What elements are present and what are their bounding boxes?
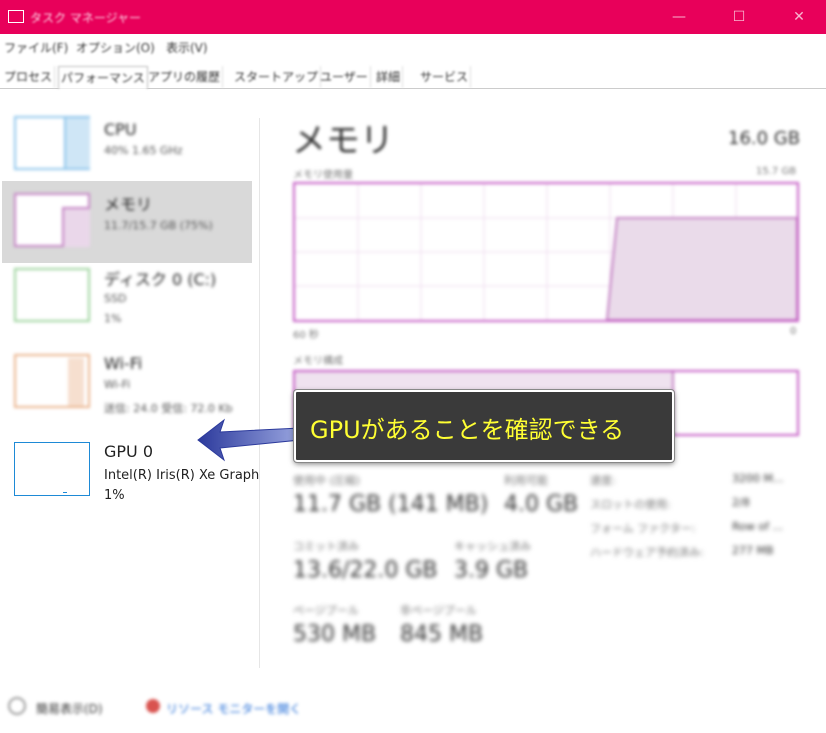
gpu-model: Intel(R) Iris(R) Xe Graph [104,468,260,483]
minimize-button[interactable]: — [656,0,702,34]
speed-label: 速度: [590,474,616,487]
hardware-reserved-value: 277 MB [732,544,774,557]
menu-view[interactable]: 表示(V) [166,39,208,56]
cpu-usage: 40% 1.65 GHz [104,144,183,157]
collapse-icon[interactable] [8,697,26,715]
slots-value: 2/8 [732,496,750,509]
disk-mini-graph [14,268,90,322]
composition-label: メモリ構成 [293,356,343,367]
task-manager-icon [8,10,24,23]
available-label: 利用可能 [504,474,548,487]
page-title: メモリ [292,121,394,161]
cached-value: 3.9 GB [454,558,529,583]
hardware-reserved-label: ハードウェア予約済み: [590,546,704,559]
cpu-title: CPU [104,120,137,139]
memory-mini-graph [14,193,90,247]
tab-details[interactable]: 詳細 [374,66,404,88]
title-bar: タスク マネージャー — ☐ ✕ [0,0,826,34]
tab-services[interactable]: サービス [418,66,472,88]
paged-pool-value: 530 MB [293,622,377,647]
sidebar-item-cpu[interactable]: CPU 40% 1.65 GHz [2,108,252,190]
time-axis-end: 0 [790,326,797,337]
tab-app-history[interactable]: アプリの履歴 [146,66,224,88]
tab-processes[interactable]: プロセス [2,66,56,88]
disk-type: SSD [104,292,127,305]
annotation-callout: GPUがあることを確認できる [293,389,675,463]
cpu-mini-graph [14,116,90,170]
menu-options[interactable]: オプション(O) [76,39,155,56]
tab-bar: プロセス パフォーマンス アプリの履歴 スタートアップ ユーザー 詳細 サービス [0,62,826,89]
annotation-arrow-icon [197,418,301,462]
wifi-adapter: Wi-Fi [104,378,131,391]
usage-chart-max: 15.7 GB [756,166,797,177]
slots-label: スロットの使用: [590,498,671,511]
tab-users[interactable]: ユーザー [318,66,371,88]
maximize-button[interactable]: ☐ [716,0,762,34]
disk-title: ディスク 0 (C:) [104,270,217,289]
memory-title: メモリ [104,195,153,214]
resource-monitor-icon [146,699,160,713]
tab-performance[interactable]: パフォーマンス [58,66,148,89]
in-use-value: 11.7 GB (141 MB) [293,492,489,517]
window-title: タスク マネージャー [30,11,141,25]
nonpaged-pool-value: 845 MB [400,622,484,647]
available-value: 4.0 GB [504,492,579,517]
gpu-usage: 1% [104,488,125,503]
pane-divider[interactable] [259,118,260,668]
in-use-label: 使用中 (圧縮) [293,474,361,487]
wifi-title: Wi-Fi [104,354,143,373]
disk-usage: 1% [104,312,122,325]
tab-startup[interactable]: スタートアップ [232,66,322,88]
committed-label: コミット済み [293,540,359,553]
time-axis-label: 60 秒 [293,330,319,341]
memory-usage: 11.7/15.7 GB (75%) [104,219,213,232]
cached-label: キャッシュ済み [454,540,531,553]
gpu-title: GPU 0 [104,442,154,461]
speed-value: 3200 M... [732,472,784,485]
form-factor-value: Row of ... [732,520,783,533]
gpu-mini-graph [14,442,90,496]
wifi-mini-graph [14,354,90,408]
nonpaged-pool-label: 非ページプール [400,604,477,617]
memory-usage-chart [293,182,799,322]
paged-pool-label: ページプール [293,604,359,617]
usage-chart-label: メモリ使用量 [293,170,353,181]
memory-usage-graph [295,184,798,321]
fewer-details-link[interactable]: 簡易表示(D) [36,700,103,717]
sidebar-item-memory[interactable]: メモリ 11.7/15.7 GB (75%) [2,181,252,263]
open-resource-monitor-link[interactable]: リソース モニターを開く [166,700,301,717]
sidebar-item-disk[interactable]: ディスク 0 (C:) SSD 1% [2,260,252,342]
callout-text: GPUがあることを確認できる [310,416,625,444]
close-button[interactable]: ✕ [776,0,822,34]
menu-file[interactable]: ファイル(F) [4,39,68,56]
committed-value: 13.6/22.0 GB [293,558,438,583]
form-factor-label: フォーム ファクター: [590,522,696,535]
memory-total: 16.0 GB [728,128,801,149]
menu-bar: ファイル(F) オプション(O) 表示(V) [0,36,826,58]
